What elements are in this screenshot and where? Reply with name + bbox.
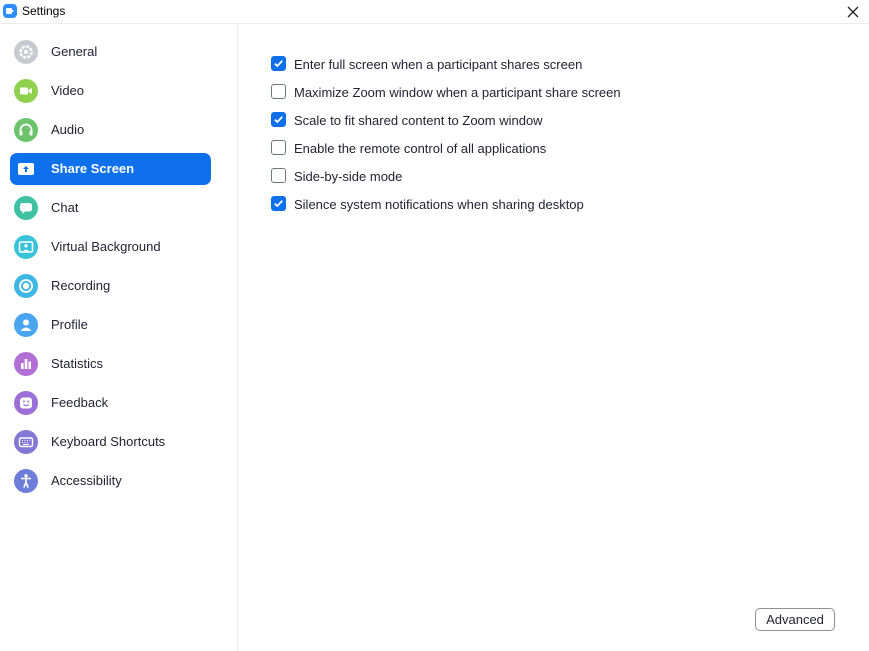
checkbox[interactable] (271, 140, 286, 155)
option-label: Side-by-side mode (294, 169, 403, 184)
option-label: Silence system notifications when sharin… (294, 197, 584, 212)
sidebar-item-keyboard-shortcuts[interactable]: Keyboard Shortcuts (10, 426, 211, 458)
checkbox[interactable] (271, 84, 286, 99)
smiley-icon (14, 391, 38, 415)
sidebar-item-video[interactable]: Video (10, 75, 211, 107)
sidebar-item-label: Chat (51, 200, 79, 215)
sidebar-item-label: Accessibility (51, 473, 122, 488)
window-title: Settings (22, 4, 66, 18)
sidebar-item-label: Audio (51, 122, 85, 137)
checkbox[interactable] (271, 56, 286, 71)
option-label: Maximize Zoom window when a participant … (294, 85, 621, 100)
checkbox[interactable] (271, 196, 286, 211)
gear-icon (14, 40, 38, 64)
close-icon (847, 6, 859, 18)
option-label: Scale to fit shared content to Zoom wind… (294, 113, 543, 128)
virtual-background-icon (14, 235, 38, 259)
sidebar-item-label: Video (51, 83, 85, 98)
option-label: Enter full screen when a participant sha… (294, 57, 583, 72)
sidebar-item-share-screen[interactable]: Share Screen (10, 153, 211, 185)
checkbox[interactable] (271, 168, 286, 183)
sidebar-item-audio[interactable]: Audio (10, 114, 211, 146)
share-screen-panel: Enter full screen when a participant sha… (239, 25, 869, 651)
zoom-app-icon (3, 4, 17, 18)
bar-chart-icon (14, 352, 38, 376)
sidebar-item-label: Share Screen (51, 161, 135, 176)
person-icon (14, 313, 38, 337)
option-label: Enable the remote control of all applica… (294, 141, 547, 156)
checkbox[interactable] (271, 112, 286, 127)
close-button[interactable] (843, 2, 863, 22)
sidebar-item-accessibility[interactable]: Accessibility (10, 465, 211, 497)
accessibility-icon (14, 469, 38, 493)
sidebar-item-statistics[interactable]: Statistics (10, 348, 211, 380)
checkmark-icon (274, 200, 283, 208)
record-icon (14, 274, 38, 298)
sidebar-item-recording[interactable]: Recording (10, 270, 211, 302)
checkmark-icon (274, 116, 283, 124)
title-bar: Settings (0, 0, 869, 24)
sidebar-item-label: Feedback (51, 395, 109, 410)
sidebar-item-general[interactable]: General (10, 36, 211, 68)
sidebar-item-label: Statistics (51, 356, 104, 371)
sidebar-item-label: Keyboard Shortcuts (51, 434, 166, 449)
sidebar-item-chat[interactable]: Chat (10, 192, 211, 224)
video-camera-icon (14, 79, 38, 103)
sidebar-item-label: Profile (51, 317, 88, 332)
checkmark-icon (274, 60, 283, 68)
headphones-icon (14, 118, 38, 142)
settings-sidebar: General Video Audio Share Screen Chat Vi… (0, 25, 238, 651)
sidebar-item-profile[interactable]: Profile (10, 309, 211, 341)
sidebar-item-label: Virtual Background (51, 239, 161, 254)
keyboard-icon (14, 430, 38, 454)
chat-bubble-icon (14, 196, 38, 220)
advanced-button[interactable]: Advanced (755, 608, 835, 631)
sidebar-item-label: Recording (51, 278, 111, 293)
share-screen-icon (14, 157, 38, 181)
sidebar-item-virtual-background[interactable]: Virtual Background (10, 231, 211, 263)
sidebar-item-label: General (51, 44, 98, 59)
sidebar-item-feedback[interactable]: Feedback (10, 387, 211, 419)
